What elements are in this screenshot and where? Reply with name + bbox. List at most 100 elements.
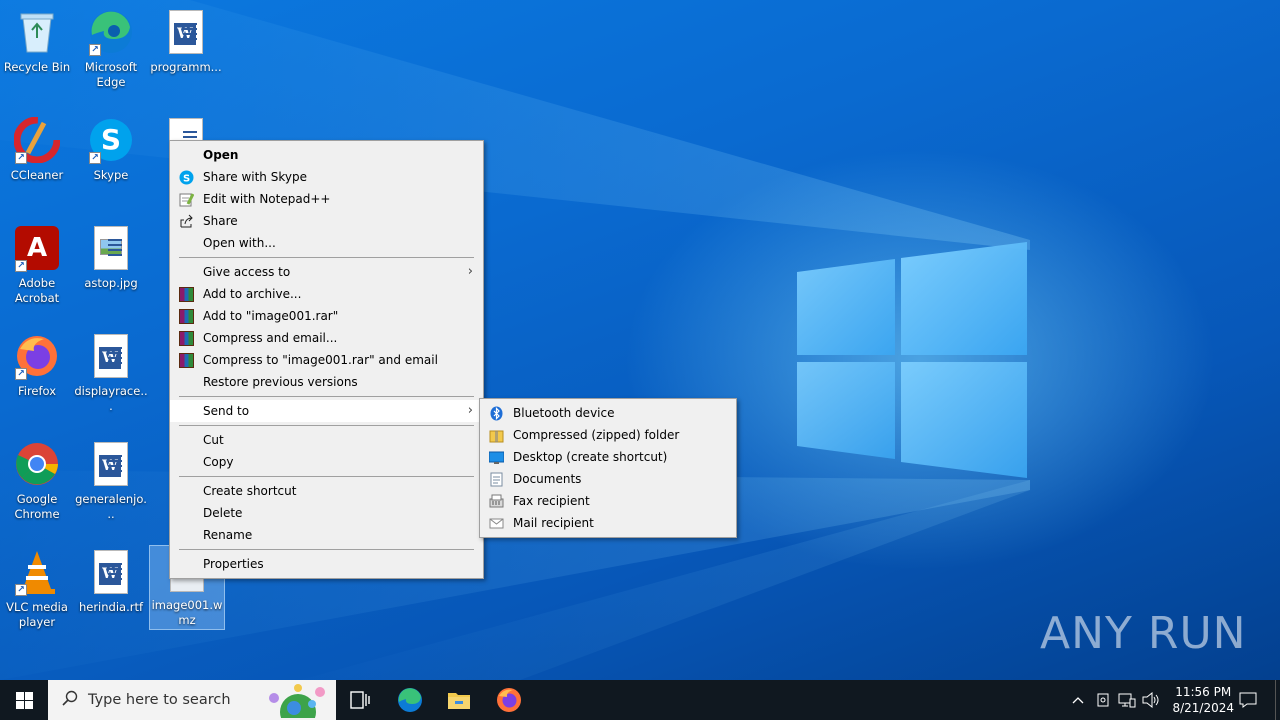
desktop-icon-firefox[interactable]: ↗ Firefox — [0, 332, 74, 399]
task-view-icon — [350, 691, 370, 709]
send-to-bluetooth-device[interactable]: Bluetooth device — [480, 402, 736, 424]
network-icon — [1118, 693, 1136, 708]
taskbar-search-box[interactable]: Type here to search — [48, 680, 336, 720]
desktop-icon-microsoft-edge[interactable]: ↗ Microsoft Edge — [74, 8, 148, 90]
firefox-icon: ↗ — [13, 332, 61, 380]
chrome-icon — [13, 440, 61, 488]
bluetooth-icon — [489, 406, 504, 421]
menu-item-create-shortcut[interactable]: Create shortcut — [170, 480, 483, 502]
send-to-submenu: Bluetooth device Compressed (zipped) fol… — [479, 398, 737, 538]
send-to-compressed-folder[interactable]: Compressed (zipped) folder — [480, 424, 736, 446]
anyrun-watermark: ANY RUN — [1040, 608, 1247, 659]
desktop-icon-label: generalenjo... — [75, 492, 147, 521]
zip-folder-icon — [489, 428, 504, 443]
menu-item-share[interactable]: Share — [170, 210, 483, 232]
desktop-icon-recycle-bin[interactable]: Recycle Bin — [0, 8, 74, 75]
desktop-icon-google-chrome[interactable]: Google Chrome — [0, 440, 74, 522]
menu-item-delete[interactable]: Delete — [170, 502, 483, 524]
menu-separator — [170, 422, 483, 429]
menu-item-label: Documents — [513, 472, 582, 486]
menu-item-label: Desktop (create shortcut) — [513, 450, 668, 464]
word-document-icon: W — [162, 8, 210, 56]
action-center-button[interactable] — [1228, 680, 1268, 720]
winrar-icon — [179, 309, 194, 324]
menu-item-label: Properties — [203, 557, 264, 571]
desktop-icon-herindia-rtf[interactable]: W herindia.rtf — [74, 548, 148, 615]
menu-item-label: Cut — [203, 433, 224, 447]
fax-icon — [489, 494, 504, 509]
desktop-icon-skype[interactable]: S ↗ Skype — [74, 116, 148, 183]
edge-icon — [398, 688, 422, 712]
desktop-icon-label: CCleaner — [10, 168, 64, 182]
desktop-icon-astop-jpg[interactable]: astop.jpg — [74, 224, 148, 291]
desktop-icon-vlc[interactable]: ↗ VLC media player — [0, 548, 74, 630]
task-view-button[interactable] — [336, 680, 384, 720]
desktop-icon-generalenjo[interactable]: W generalenjo... — [74, 440, 148, 522]
desktop-icon-label: Firefox — [17, 384, 57, 398]
menu-item-edit-with-notepad-plus-plus[interactable]: Edit with Notepad++ — [170, 188, 483, 210]
taskbar-file-explorer[interactable] — [435, 680, 483, 720]
taskbar-clock[interactable]: 11:56 PM 8/21/2024 — [1172, 684, 1234, 716]
mail-icon — [489, 516, 504, 531]
menu-separator — [170, 254, 483, 261]
menu-item-label: Share with Skype — [203, 170, 307, 184]
send-to-fax-recipient[interactable]: Fax recipient — [480, 490, 736, 512]
share-icon — [179, 214, 194, 229]
menu-item-add-to-archive[interactable]: Add to archive... — [170, 283, 483, 305]
skype-icon: S — [179, 170, 194, 185]
windows-logo-icon — [797, 242, 1027, 478]
desktop-icon-adobe-acrobat[interactable]: A ↗ Adobe Acrobat — [0, 224, 74, 306]
winrar-icon — [179, 353, 194, 368]
send-to-documents[interactable]: Documents — [480, 468, 736, 490]
menu-item-label: Add to "image001.rar" — [203, 309, 339, 323]
network-button[interactable] — [1116, 680, 1138, 720]
menu-item-label: Compress and email... — [203, 331, 338, 345]
search-highlight-icon — [264, 682, 332, 720]
menu-item-label: Give access to — [203, 265, 291, 279]
menu-item-rename[interactable]: Rename — [170, 524, 483, 546]
tray-device-icon-button[interactable] — [1092, 680, 1114, 720]
menu-item-open[interactable]: Open — [170, 144, 483, 166]
volume-button[interactable] — [1140, 680, 1162, 720]
word-document-icon: W — [87, 440, 135, 488]
send-to-desktop-shortcut[interactable]: Desktop (create shortcut) — [480, 446, 736, 468]
menu-item-properties[interactable]: Properties — [170, 553, 483, 575]
word-document-icon: W — [87, 332, 135, 380]
desktop-icon-ccleaner[interactable]: ↗ CCleaner — [0, 116, 74, 183]
word-document-icon: W — [87, 548, 135, 596]
menu-item-label: Fax recipient — [513, 494, 590, 508]
image-file-icon — [87, 224, 135, 272]
desktop-icon-label: Adobe Acrobat — [14, 276, 60, 305]
taskbar-edge[interactable] — [386, 680, 434, 720]
desktop-icon-programm[interactable]: W programm... — [149, 8, 223, 75]
menu-item-send-to[interactable]: Send to › — [170, 400, 483, 422]
menu-item-add-to-rar[interactable]: Add to "image001.rar" — [170, 305, 483, 327]
menu-item-cut[interactable]: Cut — [170, 429, 483, 451]
watermark-text: ANY RUN — [1040, 608, 1247, 659]
start-button[interactable] — [0, 680, 48, 720]
menu-item-label: Compress to "image001.rar" and email — [203, 353, 438, 367]
menu-item-label: Delete — [203, 506, 243, 520]
menu-item-label: Bluetooth device — [513, 406, 615, 420]
edge-icon: ↗ — [87, 8, 135, 56]
menu-item-compress-to-rar-and-email[interactable]: Compress to "image001.rar" and email — [170, 349, 483, 371]
show-desktop-button[interactable] — [1275, 680, 1280, 720]
show-hidden-icons-button[interactable] — [1068, 680, 1088, 720]
taskbar-firefox[interactable] — [485, 680, 533, 720]
menu-separator — [170, 393, 483, 400]
desktop-icon-displayrace[interactable]: W displayrace... — [74, 332, 148, 414]
search-icon — [62, 690, 78, 710]
send-to-mail-recipient[interactable]: Mail recipient — [480, 512, 736, 534]
notepad-plus-plus-icon — [179, 192, 195, 207]
adobe-acrobat-icon: A ↗ — [13, 224, 61, 272]
menu-item-label: Share — [203, 214, 238, 228]
menu-item-restore-previous-versions[interactable]: Restore previous versions — [170, 371, 483, 393]
desktop-icon-label: Google Chrome — [14, 492, 60, 521]
menu-item-share-with-skype[interactable]: S Share with Skype — [170, 166, 483, 188]
menu-item-copy[interactable]: Copy — [170, 451, 483, 473]
menu-item-give-access-to[interactable]: Give access to › — [170, 261, 483, 283]
menu-item-compress-and-email[interactable]: Compress and email... — [170, 327, 483, 349]
folder-icon — [448, 693, 470, 709]
notification-icon — [1239, 692, 1257, 708]
menu-item-open-with[interactable]: Open with... — [170, 232, 483, 254]
